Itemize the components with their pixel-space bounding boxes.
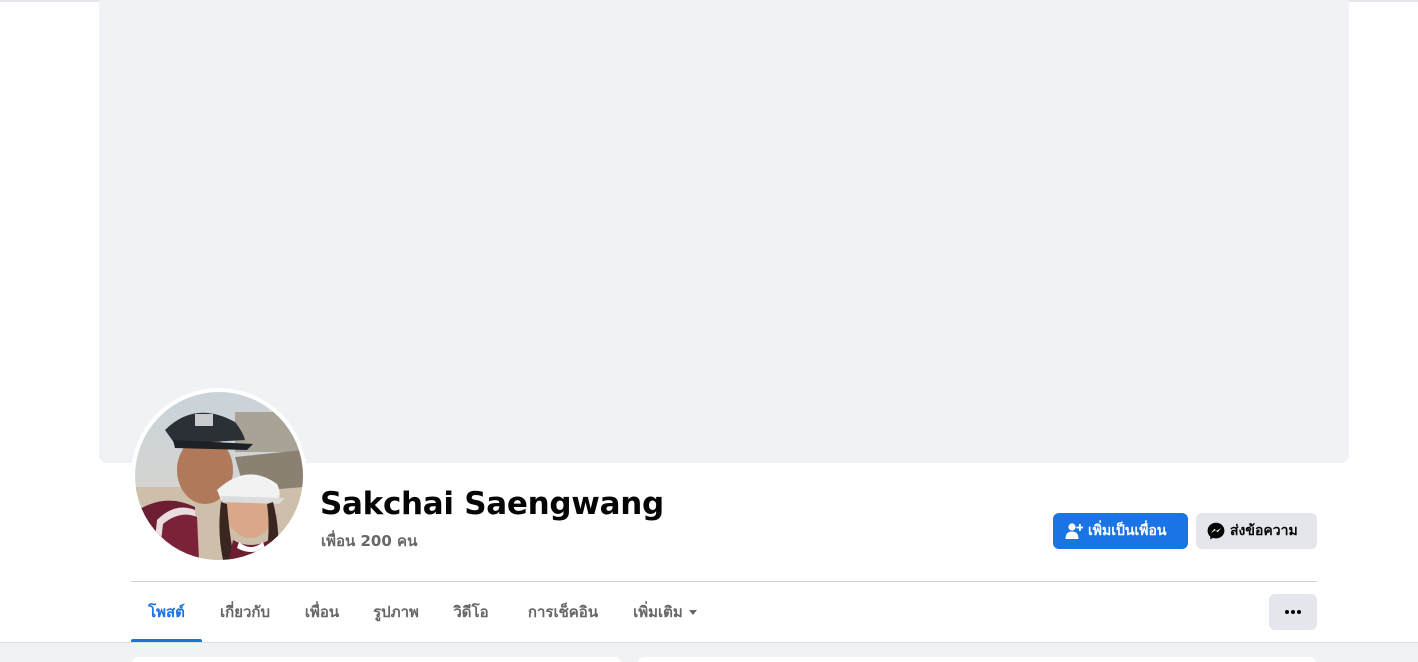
tab-label: เพิ่มเติม — [633, 603, 683, 621]
send-message-label: ส่งข้อความ — [1230, 523, 1298, 539]
tab-about[interactable]: เกี่ยวกับ — [202, 582, 288, 642]
tab-label: วิดีโอ — [453, 603, 489, 621]
avatar[interactable] — [135, 392, 303, 560]
caret-down-icon — [688, 609, 697, 615]
send-message-button[interactable]: ส่งข้อความ — [1196, 513, 1317, 549]
messenger-icon — [1207, 522, 1225, 540]
ellipsis-icon — [1285, 610, 1289, 614]
posts-card — [637, 657, 1317, 662]
ellipsis-icon — [1291, 610, 1295, 614]
profile-tabs: โพสต์ เกี่ยวกับ เพื่อน รูปภาพ วิดีโอ การ… — [131, 582, 710, 642]
avatar-photo — [135, 392, 303, 560]
tab-label: รูปภาพ — [373, 603, 419, 621]
tab-more[interactable]: เพิ่มเติม — [620, 582, 710, 642]
add-friend-label: เพิ่มเป็นเพื่อน — [1088, 523, 1167, 539]
tab-photos[interactable]: รูปภาพ — [356, 582, 436, 642]
cover-photo[interactable] — [99, 0, 1349, 463]
tab-friends[interactable]: เพื่อน — [288, 582, 356, 642]
tab-label: เพื่อน — [304, 603, 340, 621]
more-options-button[interactable] — [1269, 594, 1317, 630]
add-friend-button[interactable]: เพิ่มเป็นเพื่อน — [1053, 513, 1188, 549]
tab-posts[interactable]: โพสต์ — [131, 582, 202, 642]
profile-name: Sakchai Saengwang — [320, 486, 664, 522]
profile-page: Sakchai Saengwang เพื่อน 200 คน เพิ่มเป็… — [0, 0, 1418, 662]
ellipsis-icon — [1297, 610, 1301, 614]
add-person-icon — [1065, 522, 1083, 540]
friend-count[interactable]: เพื่อน 200 คน — [321, 529, 417, 553]
tab-label: เกี่ยวกับ — [219, 603, 271, 621]
tab-checkins[interactable]: การเช็คอิน — [506, 582, 620, 642]
tab-videos[interactable]: วิดีโอ — [436, 582, 506, 642]
intro-card — [131, 657, 622, 662]
tab-label: การเช็คอิน — [527, 603, 599, 621]
tab-label: โพสต์ — [148, 603, 185, 621]
